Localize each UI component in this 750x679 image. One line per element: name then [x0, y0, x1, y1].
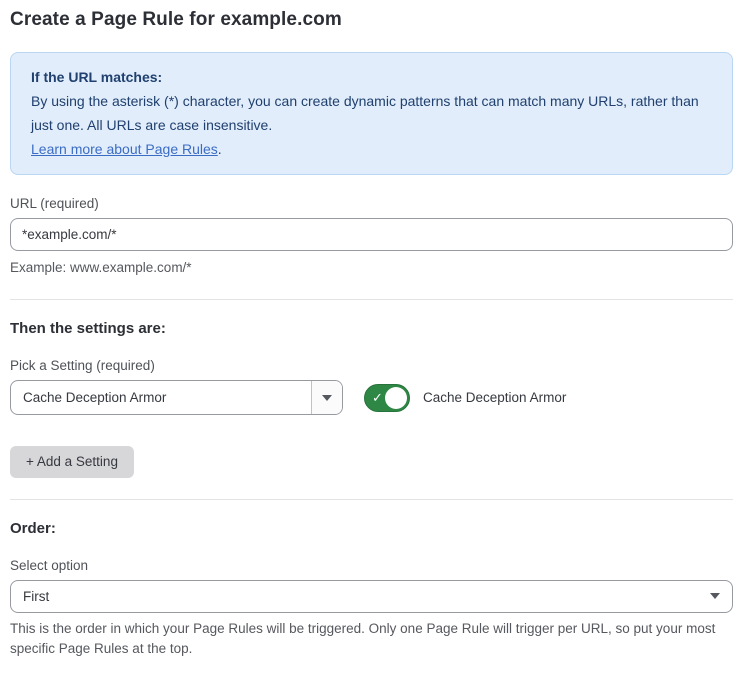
create-page-rule-form: Create a Page Rule for example.com If th…	[10, 0, 733, 679]
order-helper-text: This is the order in which your Page Rul…	[10, 619, 733, 659]
url-field-label: URL (required)	[10, 196, 733, 211]
order-select-value: First	[23, 589, 49, 604]
order-select[interactable]: First	[10, 580, 733, 613]
setting-picker-dropdown[interactable]: Cache Deception Armor	[10, 380, 343, 415]
setting-row: Cache Deception Armor ✓ Cache Deception …	[10, 380, 733, 415]
url-matches-info-box: If the URL matches: By using the asteris…	[10, 52, 733, 175]
setting-picker-dropdown-button[interactable]	[311, 381, 342, 414]
url-field-helper: Example: www.example.com/*	[10, 258, 733, 278]
settings-section-heading: Then the settings are:	[10, 320, 733, 337]
chevron-down-icon	[710, 593, 720, 599]
toggle-label: Cache Deception Armor	[423, 390, 566, 405]
pick-setting-label: Pick a Setting (required)	[10, 358, 733, 373]
toggle-knob	[385, 387, 407, 409]
order-section-heading: Order:	[10, 520, 733, 537]
info-box-link-line: Learn more about Page Rules.	[31, 137, 712, 161]
url-input[interactable]	[10, 218, 733, 251]
info-box-body: By using the asterisk (*) character, you…	[31, 89, 712, 137]
order-select-label: Select option	[10, 558, 733, 573]
page-title: Create a Page Rule for example.com	[10, 9, 733, 31]
learn-more-link[interactable]: Learn more about Page Rules	[31, 141, 218, 157]
chevron-down-icon	[322, 395, 332, 401]
add-setting-button[interactable]: + Add a Setting	[10, 446, 134, 478]
divider	[10, 299, 733, 300]
link-suffix: .	[218, 141, 222, 157]
info-box-heading: If the URL matches:	[31, 65, 712, 89]
divider	[10, 499, 733, 500]
setting-picker-value: Cache Deception Armor	[11, 381, 311, 414]
checkmark-icon: ✓	[372, 391, 383, 404]
cache-deception-armor-toggle[interactable]: ✓	[364, 384, 410, 412]
